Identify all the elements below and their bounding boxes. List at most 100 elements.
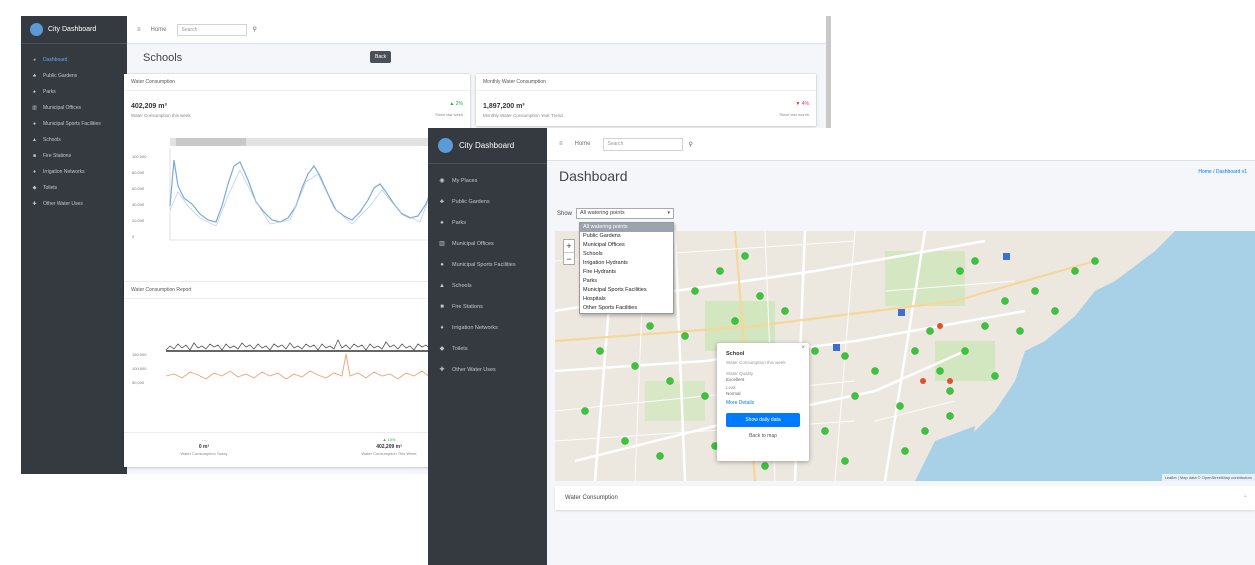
hamburger-icon[interactable]: ≡ xyxy=(559,141,563,147)
back-home-link[interactable]: Home xyxy=(151,27,167,33)
water-consumption-card: Water Consumption 402,209 m³ Water Consu… xyxy=(124,74,470,294)
gauge-icon: ◕ xyxy=(32,57,37,63)
back-nav-other[interactable]: ✚ Other Water Uses xyxy=(21,196,127,212)
footer-stat-delta: — xyxy=(202,437,206,442)
back-nav-sports[interactable]: ● Municipal Sports Facilities xyxy=(21,116,127,132)
zoom-out-button[interactable]: − xyxy=(564,252,574,264)
map-attribution[interactable]: Leaflet | Map data © OpenStreetMap contr… xyxy=(1161,474,1255,481)
front-nav-parks[interactable]: ♠ Parks xyxy=(428,212,547,233)
map-zoom-control: + − xyxy=(563,239,575,265)
stat-subtitle: Water Consumption this week xyxy=(131,113,191,118)
nav-label: Schools xyxy=(452,282,472,289)
front-search-input[interactable]: Search xyxy=(602,137,683,151)
filter-select[interactable]: All watering points ▾ xyxy=(576,208,675,219)
y-tick: 100,000 xyxy=(132,366,147,371)
back-title-button[interactable]: Back xyxy=(370,51,392,63)
range-slider-handle[interactable] xyxy=(176,138,246,146)
front-nav-public-gardens[interactable]: ♣ Public Gardens xyxy=(428,191,547,212)
monthly-consumption-card: Monthly Water Consumption 1,897,200 m³ M… xyxy=(476,74,816,126)
front-nav-fire-stations[interactable]: ■ Fire Stations xyxy=(428,296,547,317)
back-sidebar: City Dashboard ◕ Dashboard ♣ Public Garden… xyxy=(21,16,127,474)
front-nav-my-places[interactable]: ◉ My Places xyxy=(428,170,547,191)
dropdown-option[interactable]: Public Gardens xyxy=(580,232,673,241)
dropdown-option[interactable]: Other Sports Facilities xyxy=(580,304,673,313)
back-page-title: Schools xyxy=(143,52,183,64)
nav-label: Fire Stations xyxy=(452,303,483,310)
popup-line: Leak xyxy=(726,385,736,390)
breadcrumb[interactable]: Home / Dashboard v1 xyxy=(1198,169,1247,175)
back-nav-public-gardens[interactable]: ♣ Public Gardens xyxy=(21,68,127,84)
tap-icon: ✚ xyxy=(32,201,37,207)
front-nav-other[interactable]: ✚ Other Water Uses xyxy=(428,359,547,380)
search-icon[interactable]: ⚲ xyxy=(253,26,257,33)
y-tick: 20,000 xyxy=(132,218,145,223)
water-report-card: Water Consumption Report 150,000 100,000… xyxy=(124,282,470,467)
back-nav-toilets[interactable]: ◆ Toilets xyxy=(21,180,127,196)
stat-delta-note: Since last week xyxy=(435,112,463,117)
back-brand-text: City Dashboard xyxy=(48,26,97,33)
dropdown-option[interactable]: Municipal Offices xyxy=(580,241,673,250)
front-nav-toilets[interactable]: ◆ Toilets xyxy=(428,338,547,359)
back-nav-parks[interactable]: ♠ Parks xyxy=(21,84,127,100)
nav-label: Irrigation Networks xyxy=(452,324,498,331)
front-nav-sports[interactable]: ● Municipal Sports Facilities xyxy=(428,254,547,275)
back-nav: ◕ Dashboard ♣ Public Gardens ♠ Parks ▥ Munic… xyxy=(21,44,127,212)
back-brand[interactable]: City Dashboard xyxy=(21,16,127,44)
report-series-orange xyxy=(165,353,461,380)
y-tick: 40,000 xyxy=(132,202,145,207)
back-topbar: ≡ Home Search ⚲ xyxy=(127,16,831,44)
back-search-input[interactable]: Search xyxy=(176,23,247,36)
nav-label: Irrigation Networks xyxy=(43,169,85,175)
school-icon: ▲ xyxy=(32,137,37,143)
stat-subtitle: Monthly Water Consumption Year Trend xyxy=(483,113,563,118)
front-page-title: Dashboard xyxy=(559,168,628,184)
dropdown-option[interactable]: Irrigation Hydrants xyxy=(580,259,673,268)
nav-label: Fire Stations xyxy=(43,153,72,159)
nav-label: Municipal Sports Facilities xyxy=(452,261,516,268)
stat-delta: ▼ 4% xyxy=(795,101,809,107)
nav-label: Dashboard xyxy=(43,57,68,63)
back-to-map-button[interactable]: Back to map xyxy=(726,433,800,439)
popup-line: Water Consumption this week xyxy=(726,360,786,365)
footer-stat-label: Water Consumption Today xyxy=(180,451,228,456)
toilet-icon: ◆ xyxy=(32,185,37,191)
front-brand[interactable]: City Dashboard xyxy=(428,128,547,164)
hamburger-icon[interactable]: ≡ xyxy=(137,27,141,33)
back-nav-dashboard[interactable]: ◕ Dashboard xyxy=(21,52,127,68)
search-placeholder: Search xyxy=(607,141,624,147)
front-nav-schools[interactable]: ▲ Schools xyxy=(428,275,547,296)
dropdown-option[interactable]: Hospitals xyxy=(580,295,673,304)
zoom-in-button[interactable]: + xyxy=(564,240,574,252)
nav-label: Municipal Offices xyxy=(452,240,494,247)
dropdown-option[interactable]: Schools xyxy=(580,250,673,259)
dropdown-option[interactable]: Fire Hydrants xyxy=(580,268,673,277)
card-title: Water Consumption Report xyxy=(124,282,470,299)
card-title: Water Consumption xyxy=(124,74,470,91)
filter-selected-value: All watering points xyxy=(580,210,625,216)
front-nav-irrigation[interactable]: ♦ Irrigation Networks xyxy=(428,317,547,338)
dropdown-option[interactable]: All watering points xyxy=(580,223,673,232)
back-nav-schools[interactable]: ▲ Schools xyxy=(21,132,127,148)
search-icon[interactable]: ⚲ xyxy=(689,141,693,148)
show-daily-data-button[interactable]: Show daily data xyxy=(726,413,800,427)
y-tick: 50,000 xyxy=(132,380,145,385)
building-icon: ▥ xyxy=(439,241,445,247)
back-nav-irrigation[interactable]: ♦ Irrigation Networks xyxy=(21,164,127,180)
chevron-down-icon: ▾ xyxy=(667,210,671,216)
back-nav-fire-stations[interactable]: ■ Fire Stations xyxy=(21,148,127,164)
toilet-icon: ◆ xyxy=(439,346,445,352)
front-home-link[interactable]: Home xyxy=(575,141,591,147)
back-nav-municipal-offices[interactable]: ▥ Municipal Offices xyxy=(21,100,127,116)
front-nav-municipal-offices[interactable]: ▥ Municipal Offices xyxy=(428,233,547,254)
dropdown-option[interactable]: Parks xyxy=(580,277,673,286)
nav-label: My Places xyxy=(452,177,478,184)
popup-line: Water Quality xyxy=(726,371,754,376)
ball-icon: ● xyxy=(440,261,444,268)
popup-more-details-link[interactable]: More Details xyxy=(726,400,800,406)
dropdown-option[interactable]: Municipal Sports Facilities xyxy=(580,286,673,295)
popup-value: Excellent xyxy=(726,377,745,382)
close-icon[interactable]: × xyxy=(801,345,805,351)
nav-label: Schools xyxy=(43,137,61,143)
stat-value: 402,209 m³ xyxy=(131,103,167,110)
collapse-icon[interactable]: − xyxy=(1243,494,1247,500)
